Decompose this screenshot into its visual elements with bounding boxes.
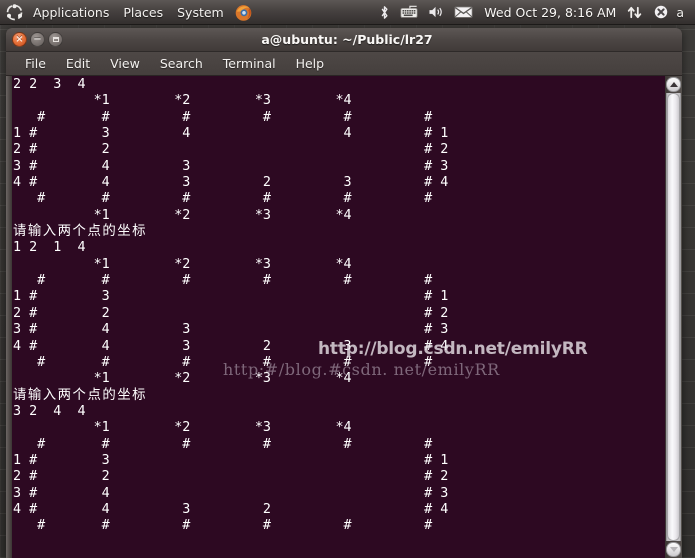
panel-menu-applications[interactable]: Applications <box>26 0 116 25</box>
terminal-line: 4 # 4 3 2 3 # 4 <box>13 338 449 354</box>
terminal-output-text: 2 2 3 4 *1 *2 *3 *4 # # # # # #1 # 3 4 4… <box>12 76 682 558</box>
terminal-line: # # # # # # <box>13 518 433 534</box>
terminal-line: 1 # 3 4 4 # 1 <box>13 126 449 142</box>
scroll-down-arrow-icon[interactable] <box>666 542 681 557</box>
terminal-line: *1 *2 *3 *4 <box>13 207 352 223</box>
network-updown-icon[interactable] <box>622 0 648 25</box>
window-maximize-button[interactable] <box>48 32 63 47</box>
terminal-body: 2 2 3 4 *1 *2 *3 *4 # # # # # #1 # 3 4 4… <box>6 76 682 558</box>
terminal-line: 请输入两个点的坐标 <box>13 387 148 403</box>
menu-search[interactable]: Search <box>150 52 213 76</box>
scroll-up-arrow-icon[interactable] <box>666 77 681 92</box>
terminal-line: 4 # 4 3 2 3 # 4 <box>13 175 449 191</box>
terminal-line: 2 # 2 # 2 <box>13 469 449 485</box>
gnome-top-panel: Applications Places System Wed Oct 29, 8… <box>0 0 695 25</box>
terminal-window: × − a@ubuntu: ~/Public/lr27 File Edit Vi… <box>6 28 682 558</box>
menu-help[interactable]: Help <box>286 52 335 76</box>
terminal-line: *1 *2 *3 *4 <box>13 256 352 272</box>
window-title: a@ubuntu: ~/Public/lr27 <box>261 32 433 47</box>
terminal-line: 1 # 3 # 1 <box>13 452 449 468</box>
terminal-line: # # # # # # <box>13 109 433 125</box>
panel-menu-places[interactable]: Places <box>116 0 170 25</box>
mail-envelope-icon[interactable] <box>449 0 478 25</box>
terminal-line: 2 # 2 # 2 <box>13 142 449 158</box>
menu-terminal[interactable]: Terminal <box>213 52 286 76</box>
scrollbar-thumb[interactable] <box>667 93 680 541</box>
terminal-line: 2 2 3 4 <box>13 77 86 92</box>
panel-clock[interactable]: Wed Oct 29, 8:16 AM <box>478 5 622 20</box>
firefox-icon[interactable] <box>231 0 257 25</box>
terminal-scrollbar[interactable] <box>665 76 682 558</box>
terminal-line: 2 # 2 # 2 <box>13 305 449 321</box>
keyboard-icon[interactable] <box>395 0 423 25</box>
terminal-line: *1 *2 *3 *4 <box>13 93 352 109</box>
scrollbar-track[interactable] <box>666 93 681 541</box>
menu-view[interactable]: View <box>100 52 150 76</box>
terminal-line: *1 *2 *3 *4 <box>13 371 352 387</box>
terminal-line: 1 # 3 # 1 <box>13 289 449 305</box>
window-titlebar[interactable]: × − a@ubuntu: ~/Public/lr27 <box>6 28 682 52</box>
triangle-up-glyph <box>669 82 678 87</box>
minimize-icon: − <box>33 33 42 45</box>
panel-tray-group: Wed Oct 29, 8:16 AM a <box>374 0 695 24</box>
terminal-line: 1 2 1 4 <box>13 240 86 256</box>
terminal-line: # # # # # # <box>13 436 433 452</box>
panel-user-indicator[interactable]: a <box>674 5 689 20</box>
terminal-line: # # # # # # <box>13 354 433 370</box>
terminal-line: # # # # # # <box>13 191 433 207</box>
terminal-line: 3 # 4 3 # 3 <box>13 322 449 338</box>
terminal-line: # # # # # # <box>13 273 433 289</box>
panel-menu-system[interactable]: System <box>170 0 231 25</box>
close-icon: × <box>15 33 24 45</box>
window-minimize-button[interactable]: − <box>30 32 45 47</box>
menu-file[interactable]: File <box>15 52 56 76</box>
terminal-line: 3 2 4 4 <box>13 403 86 419</box>
triangle-down-glyph <box>669 547 678 552</box>
panel-left-group: Applications Places System <box>0 0 257 24</box>
terminal-line: 3 # 4 3 # 3 <box>13 158 449 174</box>
terminal-line: 4 # 4 3 2 # 4 <box>13 501 449 517</box>
bluetooth-icon[interactable] <box>374 0 395 25</box>
terminal-line: *1 *2 *3 *4 <box>13 420 352 436</box>
menu-edit[interactable]: Edit <box>56 52 100 76</box>
ubuntu-logo-icon[interactable] <box>2 0 26 25</box>
window-close-button[interactable]: × <box>12 32 27 47</box>
terminal-screen[interactable]: 2 2 3 4 *1 *2 *3 *4 # # # # # #1 # 3 4 4… <box>12 76 682 558</box>
maximize-icon <box>52 37 59 42</box>
terminal-line: 请输入两个点的坐标 <box>13 224 148 240</box>
terminal-line: 3 # 4 # 3 <box>13 485 449 501</box>
volume-icon[interactable] <box>423 0 449 25</box>
terminal-menubar: File Edit View Search Terminal Help <box>6 52 682 76</box>
error-circle-icon[interactable] <box>648 0 674 25</box>
